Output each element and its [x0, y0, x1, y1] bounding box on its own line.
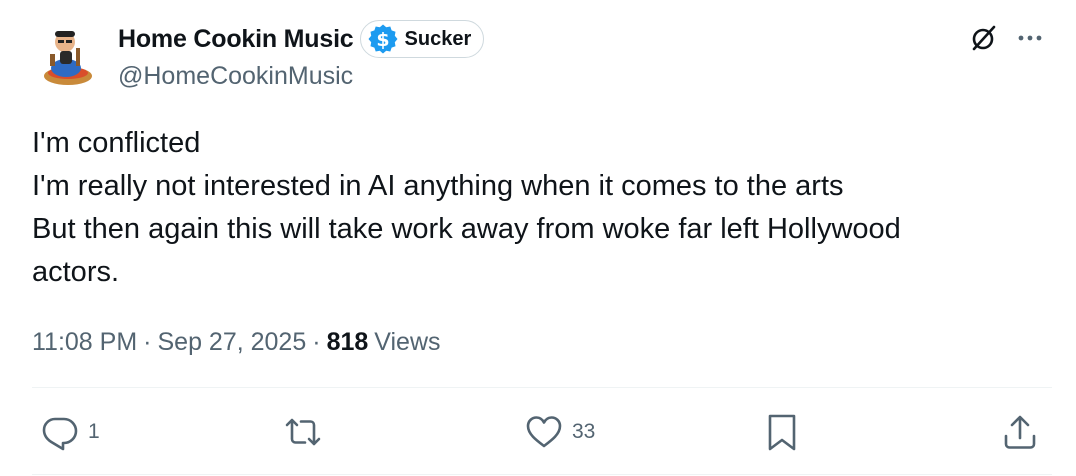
label-badge[interactable]: $ Sucker — [359, 20, 485, 58]
bookmark-icon — [768, 414, 796, 451]
meta-separator: · — [143, 327, 152, 356]
bookmark-button[interactable] — [760, 410, 804, 454]
tweet-time[interactable]: 11:08 PM — [32, 328, 137, 357]
divider — [32, 387, 1052, 388]
avatar-image — [32, 18, 104, 90]
tweet-text-line: actors. — [32, 256, 120, 288]
author-row: Home Cookin Music $ Sucker — [118, 18, 485, 60]
retweet-button[interactable] — [281, 410, 331, 454]
tweet-meta: 11:08 PM · Sep 27, 2025 · 818 Views — [32, 322, 441, 362]
reply-button[interactable]: 1 — [38, 410, 100, 454]
like-button[interactable]: 33 — [522, 410, 595, 454]
views-count: 818 — [326, 327, 369, 356]
share-button[interactable] — [998, 410, 1042, 454]
divider — [32, 474, 1052, 475]
handle[interactable]: @HomeCookinMusic — [118, 62, 353, 91]
meta-separator: · — [312, 327, 321, 356]
tweet-text-line: I'm really not interested in AI anything… — [32, 170, 844, 202]
badge-label: Sucker — [404, 27, 472, 50]
tweet-text-line: But then again this will take work away … — [32, 213, 901, 245]
like-count: 33 — [572, 420, 596, 443]
reply-icon — [42, 417, 78, 451]
views-label: Views — [374, 327, 441, 356]
tweet-date[interactable]: Sep 27, 2025 — [157, 328, 306, 357]
display-name[interactable]: Home Cookin Music — [118, 25, 354, 54]
more-icon[interactable] — [1014, 24, 1046, 52]
svg-text:$: $ — [376, 29, 389, 51]
share-icon — [1004, 415, 1036, 449]
tweet-card: Home Cookin Music $ Sucker @HomeCookinMu… — [0, 0, 1076, 476]
tweet-text-line: I'm conflicted — [32, 127, 201, 159]
avatar[interactable] — [32, 18, 104, 90]
grok-icon[interactable] — [970, 24, 998, 52]
retweet-icon — [285, 418, 321, 446]
tweet-text: I'm conflicted I'm really not interested… — [32, 122, 1022, 294]
dollar-sign-icon: $ — [368, 24, 398, 54]
heart-icon — [526, 416, 562, 448]
reply-count: 1 — [88, 420, 100, 443]
